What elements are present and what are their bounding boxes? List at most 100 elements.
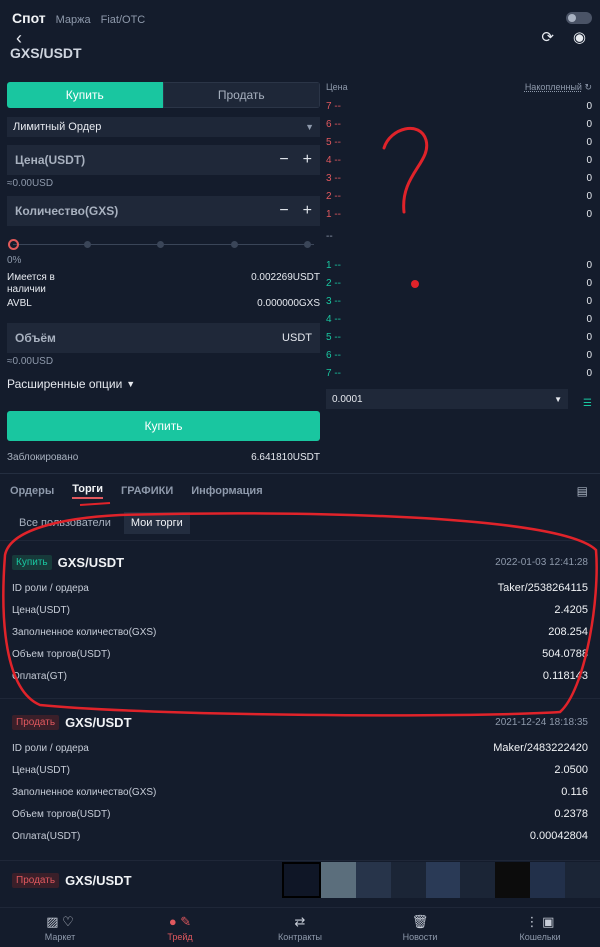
thumbnail[interactable] [320,862,356,898]
role-value: Maker/2483222420 [493,742,588,754]
chart-icon: ▨ ♡ [46,913,74,929]
filled-label: Заполненное количество(GXS) [12,626,157,638]
trade-item[interactable]: Купить GXS/USDT 2022-01-03 12:41:28 ID р… [0,540,600,698]
section-tabs: Ордеры Торги ГРАФИКИ Информация ▤ [0,473,600,507]
market-type-tabs: Спот Маржа Fiat/OTC [12,10,145,26]
cumulative-header[interactable]: Накопленный ↻ [525,82,592,97]
slider-percent: 0% [7,255,22,266]
thumbnail[interactable] [530,862,566,898]
precision-value: 0.0001 [332,393,363,405]
side-badge: Купить [12,554,52,570]
tab-orders[interactable]: Ордеры [10,485,54,497]
ask-row[interactable]: 3 -- 0 [326,169,592,187]
thumbnail[interactable] [355,862,391,898]
bid-row[interactable]: 6 -- 0 [326,346,592,364]
bid-row[interactable]: 7 -- 0 [326,364,592,382]
thumbnail[interactable] [425,862,461,898]
thumbnail[interactable] [495,862,531,898]
bid-row[interactable]: 5 -- 0 [326,328,592,346]
quantity-field-label: Количество(GXS) [15,204,119,218]
eye-icon[interactable]: ◉ [573,28,586,46]
price-field[interactable]: Цена(USDT) − + [7,145,320,175]
precision-select[interactable]: 0.0001 ▼ [326,389,568,409]
slider-step-50[interactable] [157,241,164,248]
volume-field[interactable]: Объём USDT [7,323,320,353]
nav-market[interactable]: ▨ ♡ Маркет [0,908,120,947]
nav-wallets[interactable]: ⋮ ▣ Кошельки [480,908,600,947]
nav-news[interactable]: 🗑 Новости [360,908,480,947]
tab-charts[interactable]: ГРАФИКИ [121,485,173,497]
slider-step-100[interactable] [304,241,311,248]
fee-value: 0.00042804 [529,830,588,842]
thumbnail[interactable] [565,862,600,898]
nav-trade[interactable]: ● ✎ Трейд [120,908,240,947]
trade-pair: GXS/USDT [65,714,132,730]
thumbnail-strip[interactable] [282,862,600,898]
slider-step-75[interactable] [231,241,238,248]
tab-fiat-otc[interactable]: Fiat/OTC [101,14,146,26]
bid-row[interactable]: 4 -- 0 [326,310,592,328]
side-badge: Продать [12,872,60,888]
minus-icon[interactable]: − [279,151,288,169]
last-price: -- [326,231,333,242]
tab-info[interactable]: Информация [191,485,262,497]
slider-step-25[interactable] [84,241,91,248]
thumbnail[interactable] [390,862,426,898]
ask-row[interactable]: 1 -- 0 [326,205,592,223]
amount-slider[interactable] [7,238,320,252]
bid-row[interactable]: 1 -- 0 [326,256,592,274]
ask-row[interactable]: 7 -- 0 [326,97,592,115]
locked-value: 6.641810USDT [251,452,320,463]
book-layout-icon[interactable]: ☰ [583,398,592,409]
price-label: Цена(USDT) [12,764,70,776]
advanced-options-label: Расширенные опции [7,377,123,391]
plus-icon[interactable]: + [303,202,312,220]
slider-handle[interactable] [8,239,19,250]
theme-toggle[interactable] [566,12,592,24]
advanced-options[interactable]: Расширенные опции ▼ [7,377,320,391]
price-usd-estimate: ≈0.00USD [7,178,54,189]
order-type-select[interactable]: Лимитный Ордер ▼ [7,117,320,137]
caret-down-icon: ▼ [305,122,314,132]
locked-row: Заблокировано 6.641810USDT [7,452,320,463]
sell-tab[interactable]: Продать [162,82,320,108]
quantity-field[interactable]: Количество(GXS) − + [7,196,320,226]
wallet-icon: ⋮ ▣ [525,913,555,929]
ask-row[interactable]: 2 -- 0 [326,187,592,205]
bids-list: 1 -- 0 2 -- 0 3 -- 0 4 -- 0 5 -- 0 6 -- 0 7 --… [326,256,592,382]
price-field-label: Цена(USDT) [15,153,86,167]
pair-title[interactable]: GXS/USDT [10,45,82,61]
tab-trades[interactable]: Торги [72,483,104,499]
volume-field-label: Объём [15,331,56,345]
tab-all-users[interactable]: Все пользователи [12,512,118,534]
thumbnail[interactable] [460,862,496,898]
tab-margin[interactable]: Маржа [56,14,91,26]
trade-pair: GXS/USDT [65,872,132,888]
filled-value: 0.116 [561,786,588,798]
fee-value: 0.118143 [542,670,588,682]
ask-row[interactable]: 4 -- 0 [326,151,592,169]
price-value: 2.0500 [554,764,588,776]
document-icon[interactable]: ▤ [577,484,588,498]
nav-contracts[interactable]: ⇄ Контракты [240,908,360,947]
order-type-value: Лимитный Ордер [13,121,102,133]
tab-spot[interactable]: Спот [12,10,46,26]
refresh-icon[interactable]: ⟳ [541,28,554,46]
trade-item[interactable]: Продать GXS/USDT 2021-12-24 18:18:35 ID … [0,698,600,860]
buy-tab[interactable]: Купить [7,82,163,108]
ask-row[interactable]: 6 -- 0 [326,115,592,133]
bid-row[interactable]: 2 -- 0 [326,274,592,292]
volume-value: 504.0788 [542,648,588,660]
volume-usd-estimate: ≈0.00USD [7,356,54,367]
buy-button[interactable]: Купить [7,411,320,441]
bid-row[interactable]: 3 -- 0 [326,292,592,310]
ask-row[interactable]: 5 -- 0 [326,133,592,151]
side-badge: Продать [12,714,60,730]
tab-my-trades[interactable]: Мои торги [123,512,190,534]
plus-icon[interactable]: + [303,151,312,169]
role-label: ID роли / ордера [12,742,89,754]
avbl-value: 0.000000GXS [257,298,320,309]
available-row: Имеется в наличии 0.002269USDT [7,272,320,296]
thumbnail[interactable] [282,862,321,898]
minus-icon[interactable]: − [279,202,288,220]
